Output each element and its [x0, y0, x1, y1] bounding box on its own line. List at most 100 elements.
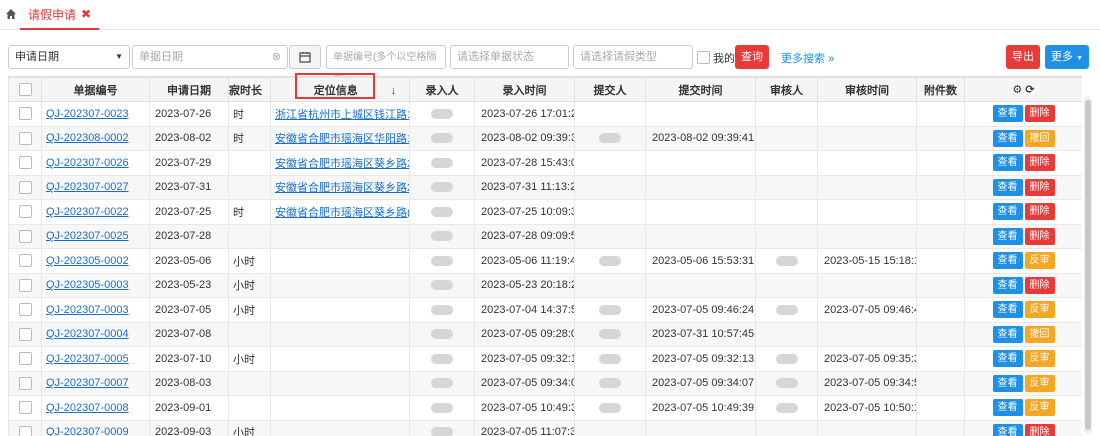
- table-row[interactable]: QJ-202307-0003 2023-07-05 小时 2023-07-04 14:…: [8, 297, 1082, 323]
- more-button[interactable]: 更多 ▼: [1045, 45, 1089, 69]
- view-button[interactable]: 查看: [992, 227, 1023, 245]
- cell-location[interactable]: [270, 346, 410, 372]
- select-all-checkbox[interactable]: [18, 83, 32, 96]
- delete-button[interactable]: 删除: [1024, 276, 1055, 294]
- view-button[interactable]: 查看: [992, 276, 1023, 294]
- document-number-link[interactable]: QJ-202305-0002: [46, 255, 129, 267]
- cell-location[interactable]: [270, 248, 410, 274]
- row-select-cell[interactable]: [8, 150, 42, 176]
- table-row[interactable]: QJ-202307-0009 2023-09-03 小时 2023-07-05 11:…: [8, 419, 1082, 436]
- calendar-button[interactable]: [289, 45, 321, 69]
- row-checkbox[interactable]: [18, 180, 32, 194]
- document-number-link[interactable]: QJ-202307-0007: [46, 377, 129, 389]
- cell-number[interactable]: QJ-202307-0005: [41, 346, 150, 372]
- row-checkbox[interactable]: [18, 254, 32, 268]
- cell-number[interactable]: QJ-202307-0007: [41, 370, 150, 396]
- row-select-cell[interactable]: [8, 346, 42, 372]
- reverse-review-button[interactable]: 反审: [1024, 374, 1055, 392]
- home-icon[interactable]: [5, 8, 17, 20]
- clear-icon[interactable]: ⊗: [272, 46, 281, 68]
- document-number-link[interactable]: QJ-202307-0026: [46, 157, 129, 169]
- table-row[interactable]: QJ-202305-0002 2023-05-06 小时 2023-05-06 11:…: [8, 248, 1082, 274]
- select-all-cell[interactable]: [8, 77, 42, 102]
- delete-button[interactable]: 删除: [1024, 178, 1055, 196]
- cell-number[interactable]: QJ-202307-0022: [41, 199, 150, 225]
- document-number-link[interactable]: QJ-202307-0008: [46, 402, 129, 414]
- refresh-icon[interactable]: ⟳: [1025, 84, 1034, 96]
- row-checkbox[interactable]: [18, 278, 32, 292]
- cell-number[interactable]: QJ-202307-0026: [41, 150, 150, 176]
- cell-number[interactable]: QJ-202305-0003: [41, 272, 150, 298]
- document-number-link[interactable]: QJ-202305-0003: [46, 279, 129, 291]
- view-button[interactable]: 查看: [992, 154, 1023, 172]
- document-number-link[interactable]: QJ-202307-0027: [46, 181, 129, 193]
- scrollbar-thumb[interactable]: [1085, 100, 1091, 430]
- cell-location[interactable]: 安徽省合肥市瑶海区葵乡路2...: [270, 150, 410, 176]
- view-button[interactable]: 查看: [992, 301, 1023, 319]
- col-number[interactable]: 单据编号: [41, 77, 150, 102]
- withdraw-button[interactable]: 撤回: [1024, 325, 1055, 343]
- reverse-review-button[interactable]: 反审: [1024, 350, 1055, 368]
- col-submitter[interactable]: 提交人: [574, 77, 646, 102]
- row-select-cell[interactable]: [8, 125, 42, 151]
- close-icon[interactable]: ✖: [81, 7, 91, 21]
- row-checkbox[interactable]: [18, 327, 32, 341]
- table-row[interactable]: QJ-202307-0025 2023-07-28 2023-07-28 09:09…: [8, 223, 1082, 249]
- col-reviewer[interactable]: 审核人: [755, 77, 818, 102]
- row-checkbox[interactable]: [18, 425, 32, 436]
- col-submit-time[interactable]: 提交时间: [645, 77, 756, 102]
- view-button[interactable]: 查看: [992, 374, 1023, 392]
- mine-checkbox[interactable]: [697, 51, 710, 64]
- view-button[interactable]: 查看: [992, 423, 1023, 436]
- view-button[interactable]: 查看: [992, 129, 1023, 147]
- cell-location[interactable]: 安徽省合肥市瑶海区华阳路1...: [270, 125, 410, 151]
- withdraw-button[interactable]: 撤回: [1024, 129, 1055, 147]
- row-select-cell[interactable]: [8, 370, 42, 396]
- cell-number[interactable]: QJ-202308-0002: [41, 125, 150, 151]
- document-number-link[interactable]: QJ-202307-0003: [46, 304, 129, 316]
- cell-number[interactable]: QJ-202307-0025: [41, 223, 150, 249]
- cell-location[interactable]: [270, 395, 410, 421]
- view-button[interactable]: 查看: [992, 350, 1023, 368]
- reverse-review-button[interactable]: 反审: [1024, 399, 1055, 417]
- row-select-cell[interactable]: [8, 174, 42, 200]
- document-number-link[interactable]: QJ-202307-0023: [46, 108, 129, 120]
- delete-button[interactable]: 删除: [1024, 203, 1055, 221]
- delete-button[interactable]: 删除: [1024, 227, 1055, 245]
- table-row[interactable]: QJ-202307-0004 2023-07-08 2023-07-05 09:28…: [8, 321, 1082, 347]
- reverse-review-button[interactable]: 反审: [1024, 252, 1055, 270]
- document-number-link[interactable]: QJ-202307-0004: [46, 328, 129, 340]
- table-row[interactable]: QJ-202307-0027 2023-07-31 安徽省合肥市瑶海区葵乡路2...…: [8, 174, 1082, 200]
- table-row[interactable]: QJ-202307-0008 2023-09-01 2023-07-05 10:49…: [8, 395, 1082, 421]
- col-attachments[interactable]: 附件数: [916, 77, 965, 102]
- row-checkbox[interactable]: [18, 303, 32, 317]
- row-select-cell[interactable]: [8, 248, 42, 274]
- cell-location[interactable]: [270, 297, 410, 323]
- cell-location[interactable]: 安徽省合肥市瑶海区葵乡路2...: [270, 174, 410, 200]
- row-checkbox[interactable]: [18, 229, 32, 243]
- cell-number[interactable]: QJ-202307-0003: [41, 297, 150, 323]
- row-checkbox[interactable]: [18, 376, 32, 390]
- location-link[interactable]: 安徽省合肥市瑶海区华阳路1...: [275, 133, 409, 145]
- location-link[interactable]: 安徽省合肥市瑶海区葵乡路2...: [275, 182, 409, 194]
- view-button[interactable]: 查看: [992, 252, 1023, 270]
- row-select-cell[interactable]: [8, 223, 42, 249]
- cell-location[interactable]: [270, 223, 410, 249]
- table-row[interactable]: QJ-202307-0005 2023-07-10 小时 2023-07-05 09:…: [8, 346, 1082, 372]
- cell-location[interactable]: [270, 370, 410, 396]
- table-row[interactable]: QJ-202307-0007 2023-08-03 2023-07-05 09:34…: [8, 370, 1082, 396]
- view-button[interactable]: 查看: [992, 105, 1023, 123]
- row-select-cell[interactable]: [8, 199, 42, 225]
- delete-button[interactable]: 删除: [1024, 154, 1055, 172]
- delete-button[interactable]: 删除: [1024, 423, 1055, 436]
- row-select-cell[interactable]: [8, 321, 42, 347]
- table-row[interactable]: QJ-202307-0026 2023-07-29 安徽省合肥市瑶海区葵乡路2...…: [8, 150, 1082, 176]
- view-button[interactable]: 查看: [992, 203, 1023, 221]
- location-link[interactable]: 安徽省合肥市瑶海区葵乡路(...: [275, 207, 409, 219]
- document-number-link[interactable]: QJ-202307-0005: [46, 353, 129, 365]
- col-entered-by[interactable]: 录入人: [409, 77, 475, 102]
- cell-number[interactable]: QJ-202307-0023: [41, 101, 150, 127]
- cell-number[interactable]: QJ-202307-0009: [41, 419, 150, 436]
- table-row[interactable]: QJ-202307-0023 2023-07-26 时 浙江省杭州市上城区钱江路1..…: [8, 101, 1082, 127]
- cell-number[interactable]: QJ-202305-0002: [41, 248, 150, 274]
